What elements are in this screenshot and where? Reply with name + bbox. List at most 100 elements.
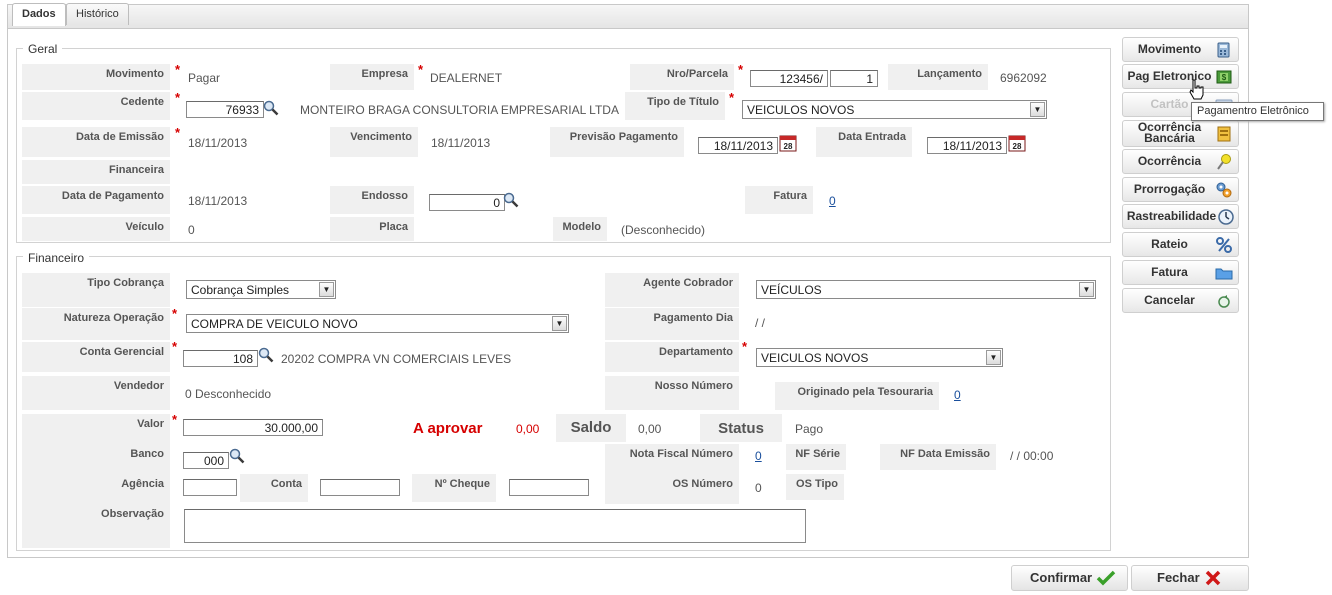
required-marker: * [172,306,178,321]
modelo-label: Modelo [553,217,607,241]
originado-tesouraria-label: Originado pela Tesouraria [775,382,939,410]
previsao-pagamento-input[interactable]: 18/11/2013 [698,137,778,154]
nf-numero-label: Nota Fiscal Número [605,444,739,474]
empresa-label: Empresa [330,64,414,90]
refresh-icon [1218,295,1230,308]
pagamento-dia-label: Pagamento Dia [605,308,739,340]
search-icon[interactable] [258,347,274,363]
rateio-button[interactable]: Rateio [1122,232,1239,257]
required-marker: * [742,339,748,354]
prorrogacao-button[interactable]: Prorrogação [1122,177,1239,202]
fatura-button-label: Fatura [1151,265,1188,279]
cedente-code-input[interactable]: 76933 [186,101,264,118]
confirmar-button[interactable]: Confirmar [1011,565,1128,591]
data-pagamento-value: 18/11/2013 [188,194,248,208]
nro-input[interactable]: 123456/ [750,70,828,87]
geral-legend: Geral [23,42,63,56]
ocorrencia-bancaria-button[interactable]: Ocorrência Bancária [1122,120,1239,147]
rastreabilidade-button[interactable]: Rastreabilidade [1122,204,1239,229]
cancelar-button-label: Cancelar [1144,293,1195,307]
nf-serie-label: NF Série [786,444,846,470]
chevron-down-icon[interactable]: ▼ [319,282,334,297]
financeira-label: Financeira [22,160,170,184]
folder-icon [1215,268,1233,280]
tipo-titulo-value: VEICULOS NOVOS [747,103,855,117]
tipo-cobranca-label: Tipo Cobrança [22,273,170,307]
required-marker: * [175,125,181,140]
agente-cobrador-label: Agente Cobrador [605,273,739,307]
search-icon[interactable] [263,100,279,116]
ocorrencia-button-label: Ocorrência [1137,154,1202,168]
calendar-day: 28 [1013,142,1022,151]
agente-cobrador-select[interactable]: VEÍCULOS ▼ [756,280,1096,299]
calendar-icon[interactable]: 28 [1008,134,1026,152]
banco-input[interactable]: 000 [183,452,229,469]
chevron-down-icon[interactable]: ▼ [552,316,567,331]
close-icon [1205,570,1221,586]
fechar-button[interactable]: Fechar [1131,565,1249,591]
tab-historico[interactable]: Histórico [66,3,129,25]
tipo-cobranca-select[interactable]: Cobrança Simples ▼ [186,280,336,299]
conta-gerencial-desc: 20202 COMPRA VN COMERCIAIS LEVES [281,352,512,366]
required-marker: * [418,62,424,77]
check-icon [1096,570,1116,586]
observacao-textarea[interactable] [184,509,806,543]
valor-input[interactable]: 30.000,00 [183,419,323,436]
natureza-operacao-select[interactable]: COMPRA DE VEICULO NOVO ▼ [186,314,569,333]
conta-gerencial-input[interactable]: 108 [183,350,258,367]
conta-input[interactable] [320,479,400,496]
confirmar-button-label: Confirmar [1030,570,1093,585]
required-marker: * [175,62,181,77]
tab-dados[interactable]: Dados [12,3,66,26]
chevron-down-icon[interactable]: ▼ [1030,102,1045,117]
departamento-value: VEICULOS NOVOS [761,351,869,365]
vendedor-value: 0 Desconhecido [185,387,272,401]
a-aprovar-value: 0,00 [516,422,540,436]
pag-eletronico-button[interactable]: Pag Eletronico $ [1122,64,1239,89]
departamento-select[interactable]: VEICULOS NOVOS ▼ [756,348,1003,367]
calendar-day: 28 [784,142,793,151]
fatura-link[interactable]: 0 [829,194,836,208]
placa-label: Placa [330,217,414,241]
tipo-titulo-select[interactable]: VEICULOS NOVOS ▼ [742,100,1047,119]
nf-numero-link[interactable]: 0 [755,449,762,463]
fechar-button-label: Fechar [1157,570,1200,585]
cheque-input[interactable] [509,479,589,496]
gears-icon [1216,182,1232,198]
originado-tesouraria-link[interactable]: 0 [954,388,961,402]
fatura-button[interactable]: Fatura [1122,260,1239,285]
chevron-down-icon[interactable]: ▼ [986,350,1001,365]
cancelar-button[interactable]: Cancelar [1122,288,1239,313]
conta-label: Conta [240,474,308,502]
status-label: Status [700,414,782,442]
prorrogacao-button-label: Prorrogação [1133,182,1206,196]
search-icon[interactable] [229,448,245,464]
saldo-value: 0,00 [638,422,662,436]
calendar-icon[interactable]: 28 [779,134,797,152]
movimento-button[interactable]: Movimento [1122,37,1239,62]
endosso-input[interactable]: 0 [429,194,505,211]
endosso-label: Endosso [330,186,414,214]
clock-icon [1218,209,1234,225]
ocorrencia-button[interactable]: Ocorrência [1122,149,1239,174]
rateio-button-label: Rateio [1151,237,1188,251]
required-marker: * [738,62,744,77]
cedente-name: MONTEIRO BRAGA CONSULTORIA EMPRESARIAL L… [300,103,619,117]
tipo-cobranca-value: Cobrança Simples [191,283,290,297]
search-icon[interactable] [503,192,519,208]
empresa-value: DEALERNET [430,71,503,85]
data-pagamento-label: Data de Pagamento [22,186,170,214]
pin-icon [1217,154,1231,170]
data-entrada-input[interactable]: 18/11/2013 [927,137,1007,154]
agencia-input[interactable] [183,479,237,496]
vendedor-label: Vendedor [22,376,170,410]
veiculo-label: Veículo [22,217,170,241]
parcela-input[interactable]: 1 [830,70,878,87]
chevron-down-icon[interactable]: ▼ [1079,282,1094,297]
observacao-label: Observação [22,504,170,548]
cheque-label: Nº Cheque [412,474,496,502]
veiculo-value: 0 [188,223,195,237]
nosso-numero-label: Nosso Número [605,376,739,410]
vencimento-label: Vencimento [330,127,418,157]
svg-text:$: $ [1222,73,1227,82]
